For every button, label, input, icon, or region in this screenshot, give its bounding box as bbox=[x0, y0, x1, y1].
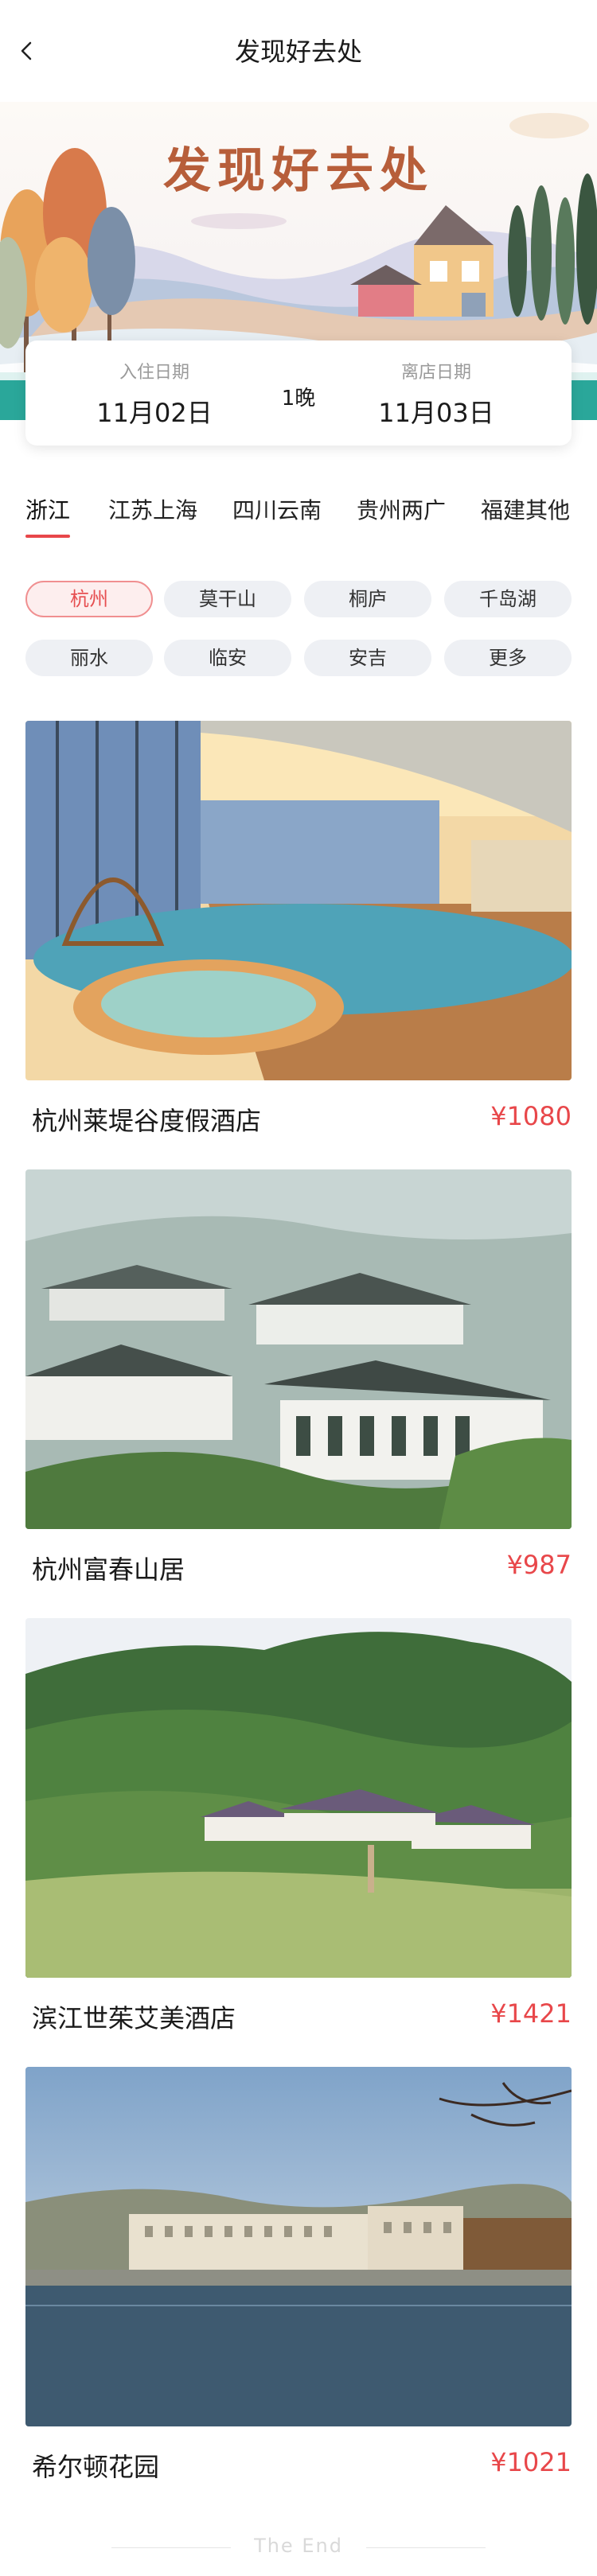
hotel-info: 杭州富春山居 ¥987 bbox=[25, 1529, 572, 1609]
hotel-name[interactable]: 杭州富春山居 bbox=[32, 1550, 185, 1586]
hotel-price: ¥1421 bbox=[490, 1998, 572, 2029]
tab-zhejiang[interactable]: 浙江 bbox=[25, 493, 71, 538]
hotel-photo-lakeside bbox=[25, 1618, 572, 1978]
checkout-label: 离店日期 bbox=[400, 363, 471, 383]
tab-guizhou-liangguang[interactable]: 贵州两广 bbox=[357, 493, 446, 538]
chip-linan[interactable]: 临安 bbox=[164, 640, 291, 676]
hotel-image[interactable] bbox=[25, 2067, 572, 2426]
hotel-photo-villas bbox=[25, 1169, 572, 1529]
checkin-label: 入住日期 bbox=[119, 363, 189, 383]
province-tabs: 浙江 江苏上海 四川云南 贵州两广 福建其他 bbox=[0, 493, 597, 541]
date-selector-card[interactable]: 入住日期 11月02日 1晚 离店日期 11月03日 bbox=[25, 340, 572, 446]
hotel-name[interactable]: 杭州莱堤谷度假酒店 bbox=[32, 1101, 261, 1138]
chip-anji[interactable]: 安吉 bbox=[304, 640, 431, 676]
nights-count: 1晚 bbox=[281, 387, 316, 411]
tab-sichuan-yunnan[interactable]: 四川云南 bbox=[232, 493, 322, 538]
hotel-image[interactable] bbox=[25, 1618, 572, 1978]
chip-moganshan[interactable]: 莫干山 bbox=[164, 581, 291, 617]
hotel-price: ¥987 bbox=[506, 1550, 572, 1580]
hotel-photo-pool bbox=[25, 721, 572, 1080]
hotel-info: 滨江世茱艾美酒店 ¥1421 bbox=[25, 1978, 572, 2057]
hotel-image[interactable] bbox=[25, 1169, 572, 1529]
hotel-card[interactable]: 杭州莱堤谷度假酒店 ¥1080 bbox=[25, 721, 572, 1160]
hotel-price: ¥1021 bbox=[490, 2447, 572, 2477]
hotel-card[interactable]: 杭州富春山居 ¥987 bbox=[25, 1169, 572, 1609]
hotel-card[interactable]: 滨江世茱艾美酒店 ¥1421 bbox=[25, 1618, 572, 2057]
hotel-name[interactable]: 希尔顿花园 bbox=[32, 2447, 159, 2484]
banner-title: 发现好去处 bbox=[163, 143, 434, 199]
tab-jiangsu-shanghai[interactable]: 江苏上海 bbox=[108, 493, 197, 538]
chip-hangzhou[interactable]: 杭州 bbox=[25, 581, 153, 617]
checkin-value: 11月02日 bbox=[96, 398, 213, 428]
hotel-price: ¥1080 bbox=[490, 1101, 572, 1131]
hotel-name[interactable]: 滨江世茱艾美酒店 bbox=[32, 1998, 236, 2035]
hotel-info: 杭州莱堤谷度假酒店 ¥1080 bbox=[25, 1080, 572, 1160]
checkout-value: 11月03日 bbox=[378, 398, 494, 428]
checkin-date[interactable]: 入住日期 11月02日 bbox=[67, 358, 242, 430]
chip-tonglu[interactable]: 桐庐 bbox=[304, 581, 431, 617]
hotel-info: 希尔顿花园 ¥1021 bbox=[25, 2426, 572, 2506]
chip-qiandaohu[interactable]: 千岛湖 bbox=[444, 581, 572, 617]
hotel-image[interactable] bbox=[25, 721, 572, 1080]
end-text: The End bbox=[254, 2535, 343, 2557]
chip-more[interactable]: 更多 bbox=[444, 640, 572, 676]
list-end-footer: The End bbox=[0, 2530, 597, 2562]
hotel-photo-garden bbox=[25, 2067, 572, 2426]
top-nav-bar: 发现好去处 bbox=[0, 0, 597, 102]
page-title: 发现好去处 bbox=[234, 37, 362, 67]
checkout-date[interactable]: 离店日期 11月03日 bbox=[349, 358, 524, 430]
footer-divider bbox=[366, 2547, 486, 2548]
hotel-card[interactable]: 希尔顿花园 ¥1021 bbox=[25, 2067, 572, 2506]
tab-fujian-other[interactable]: 福建其他 bbox=[481, 493, 570, 538]
chip-lishui[interactable]: 丽水 bbox=[25, 640, 153, 676]
